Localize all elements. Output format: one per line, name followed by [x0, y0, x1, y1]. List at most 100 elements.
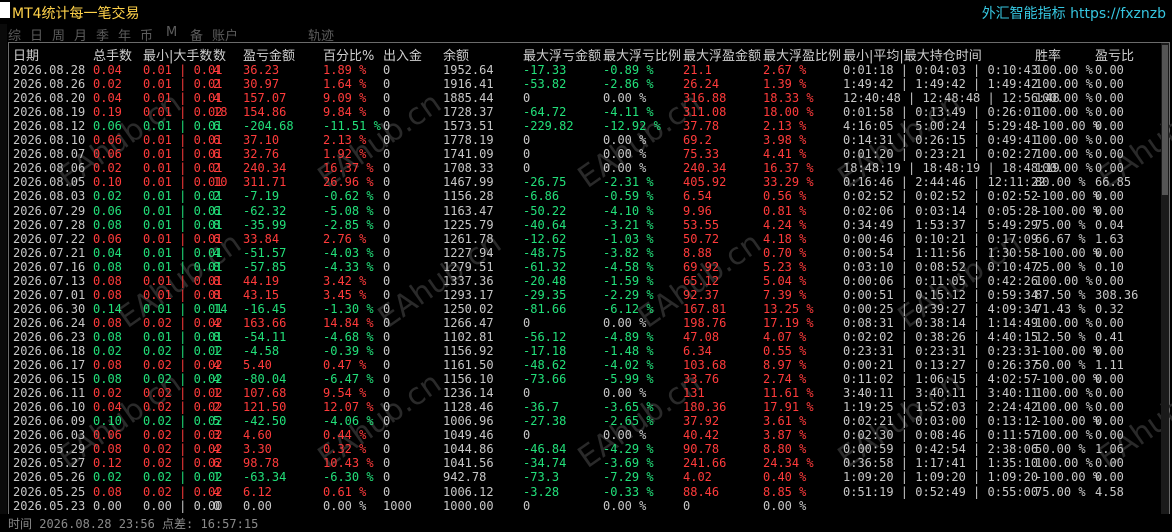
- column-header-4[interactable]: 盈亏金额: [243, 45, 295, 64]
- table-row[interactable]: 2026.05.23 0.00 0.00 | 0.00 0 0.00 0.00 % 1000…: [9, 499, 1159, 513]
- cell: 4.24 %: [763, 217, 807, 232]
- column-header-13[interactable]: 胜率: [1035, 45, 1061, 64]
- column-header-12[interactable]: 最小|平均|最大持仓时间: [843, 45, 982, 64]
- table-row[interactable]: 2026.06.18 0.02 0.02 | 0.02 1 -4.58 -0.39 % 0 1…: [9, 344, 1159, 358]
- table-row[interactable]: 2026.06.23 0.08 0.01 | 0.01 8 -54.11 -4.68 % 0…: [9, 330, 1159, 344]
- column-header-3[interactable]: 数: [213, 45, 226, 64]
- table-row[interactable]: 2026.08.06 0.02 0.01 | 0.01 2 240.34 16.37 % 0…: [9, 161, 1159, 175]
- table-row[interactable]: 2026.07.29 0.06 0.01 | 0.01 6 -62.32 -5.08 % 0…: [9, 204, 1159, 218]
- site-label[interactable]: 外汇智能指标 https://fxznzb: [982, 3, 1166, 23]
- cell: -26.75: [523, 175, 567, 190]
- table-row[interactable]: 2026.06.10 0.04 0.02 | 0.02 2 121.50 12.07 % 0…: [9, 400, 1159, 414]
- column-header-6[interactable]: 出入金: [383, 45, 422, 64]
- column-header-8[interactable]: 最大浮亏金额: [523, 45, 601, 64]
- cell: 0: [383, 189, 391, 204]
- cell: 0: [523, 386, 531, 401]
- table-row[interactable]: 2026.07.22 0.06 0.01 | 0.01 6 33.84 2.76 % 0 12…: [9, 232, 1159, 246]
- cell: 0: [523, 428, 531, 443]
- table-row[interactable]: 2026.05.26 0.02 0.02 | 0.02 1 -63.34 -6.30 % 0…: [9, 470, 1159, 484]
- table-row[interactable]: 2026.08.03 0.02 0.01 | 0.01 2 -7.19 -0.62 % 0 1…: [9, 189, 1159, 203]
- tab-bar: 综日周月季年币 M 备账户 轨迹: [8, 24, 1168, 44]
- cell: 10.43 %: [323, 456, 374, 471]
- column-header-11[interactable]: 最大浮盈比例: [763, 45, 841, 64]
- cell: 2026.08.12: [13, 119, 86, 134]
- table-row[interactable]: 2026.08.19 0.19 0.01 | 0.02 18 154.86 9.84 % 0…: [9, 105, 1159, 119]
- table-row[interactable]: 2026.06.09 0.10 0.02 | 0.02 5 -42.50 -4.06 % 0…: [9, 414, 1159, 428]
- cell: 0: [523, 133, 531, 148]
- cell: 1.06: [1095, 442, 1124, 457]
- cell: 2026.08.05: [13, 175, 86, 190]
- cell: 13.25 %: [763, 301, 814, 316]
- vertical-scrollbar[interactable]: [1161, 43, 1169, 515]
- column-header-1[interactable]: 总手数: [93, 45, 132, 64]
- cell: -62.32: [243, 203, 287, 218]
- table-row[interactable]: 2026.08.26 0.02 0.01 | 0.01 2 30.97 1.64 % 0 19…: [9, 77, 1159, 91]
- table-row[interactable]: 2026.08.10 0.06 0.01 | 0.01 6 37.10 2.13 % 0 17…: [9, 133, 1159, 147]
- cell: 4: [213, 442, 221, 457]
- cell: 1156.10: [443, 372, 494, 387]
- column-header-2[interactable]: 最小|大手数: [143, 45, 212, 64]
- cell: 0.01 | 0.01: [143, 77, 223, 92]
- table-row[interactable]: 2026.06.24 0.08 0.02 | 0.02 4 163.66 14.84 % 0…: [9, 316, 1159, 330]
- cell: 0.00: [1095, 315, 1124, 330]
- table-row[interactable]: 2026.08.12 0.06 0.01 | 0.01 6 -204.68 -11.51 …: [9, 119, 1159, 133]
- cell: 0.08: [93, 273, 122, 288]
- cell: 0.00: [93, 498, 122, 513]
- table-row[interactable]: 2026.08.20 0.04 0.01 | 0.01 4 157.07 9.09 % 0 1…: [9, 91, 1159, 105]
- table-row[interactable]: 2026.06.11 0.02 0.02 | 0.02 1 107.68 9.54 % 0 1…: [9, 386, 1159, 400]
- cell: 4.02: [683, 470, 712, 485]
- cell: 0: [383, 77, 391, 92]
- cell: 0.10: [1095, 259, 1124, 274]
- table-row[interactable]: 2026.08.28 0.04 0.01 | 0.01 4 36.23 1.89 % 0 19…: [9, 63, 1159, 77]
- table-row[interactable]: 2026.07.13 0.08 0.01 | 0.01 8 44.19 3.42 % 0 13…: [9, 274, 1159, 288]
- table-row[interactable]: 2026.07.28 0.08 0.01 | 0.01 8 -35.99 -2.85 % 0…: [9, 218, 1159, 232]
- cell: 33.76: [683, 372, 720, 387]
- column-header-10[interactable]: 最大浮盈金额: [683, 45, 761, 64]
- cell: 0.01 | 0.01: [143, 189, 223, 204]
- column-header-7[interactable]: 余额: [443, 45, 469, 64]
- cell: 2026.06.24: [13, 315, 86, 330]
- cell: 0:01:18 | 0:04:03 | 0:10:43: [843, 63, 1039, 77]
- cell: 1.92 %: [323, 147, 367, 162]
- cell: 0: [383, 358, 391, 373]
- table-row[interactable]: 2026.05.27 0.12 0.02 | 0.02 6 98.78 10.43 % 0 1…: [9, 456, 1159, 470]
- column-header-9[interactable]: 最大浮亏比例: [603, 45, 681, 64]
- cell: 0.04: [1095, 217, 1124, 232]
- table-row[interactable]: 2026.05.25 0.08 0.02 | 0.02 4 6.12 0.61 % 0 100…: [9, 485, 1159, 499]
- column-header-14[interactable]: 盈亏比: [1095, 45, 1134, 64]
- cell: 2026.06.18: [13, 344, 86, 358]
- cell: -6.47 %: [323, 372, 374, 387]
- table-row[interactable]: 2026.06.30 0.14 0.01 | 0.01 14 -16.45 -1.30 %…: [9, 302, 1159, 316]
- scrollbar-thumb[interactable]: [1162, 45, 1168, 195]
- column-header-0[interactable]: 日期: [13, 45, 39, 64]
- tab-7[interactable]: M: [166, 25, 177, 40]
- cell: -4.33 %: [323, 259, 374, 274]
- table-row[interactable]: 2026.06.17 0.08 0.02 | 0.02 4 5.40 0.47 % 0 116…: [9, 358, 1159, 372]
- table-row[interactable]: 2026.05.29 0.08 0.02 | 0.02 4 3.30 0.32 % 0 104…: [9, 442, 1159, 456]
- cell: 0.04: [93, 63, 122, 77]
- cell: 0.01 | 0.02: [143, 105, 223, 120]
- cell: 2026.07.22: [13, 231, 86, 246]
- table-row[interactable]: 2026.08.07 0.06 0.01 | 0.01 6 32.76 1.92 % 0 17…: [9, 147, 1159, 161]
- cell: 2026.08.28: [13, 63, 86, 77]
- cell: -100.00 %: [1035, 119, 1101, 134]
- cell: -100.00 %: [1035, 189, 1101, 204]
- cell: 9.54 %: [323, 386, 367, 401]
- table-row[interactable]: 2026.06.15 0.08 0.02 | 0.02 4 -80.04 -6.47 % 0…: [9, 372, 1159, 386]
- left-edge-strip: [0, 24, 7, 530]
- cell: -73.3: [523, 470, 560, 485]
- cell: 92.37: [683, 287, 720, 302]
- cell: 65.12: [683, 273, 720, 288]
- table-row[interactable]: 2026.08.05 0.10 0.01 | 0.01 10 311.71 26.96 %…: [9, 175, 1159, 189]
- table-row[interactable]: 2026.06.03 0.06 0.02 | 0.02 3 4.60 0.44 % 0 104…: [9, 428, 1159, 442]
- cell: 1006.12: [443, 484, 494, 499]
- column-header-5[interactable]: 百分比%: [323, 45, 374, 64]
- cell: 0.02 | 0.02: [143, 386, 223, 401]
- table-row[interactable]: 2026.07.01 0.08 0.01 | 0.01 8 43.15 3.45 % 0 12…: [9, 288, 1159, 302]
- cell: 3.98 %: [763, 133, 807, 148]
- table-row[interactable]: 2026.07.16 0.08 0.01 | 0.01 8 -57.85 -4.33 % 0…: [9, 260, 1159, 274]
- cell: 18.00 %: [763, 105, 814, 120]
- cell: 0.10: [93, 414, 122, 429]
- cell: 0.02 | 0.02: [143, 358, 223, 373]
- table-row[interactable]: 2026.07.21 0.04 0.01 | 0.01 4 -51.57 -4.03 % 0…: [9, 246, 1159, 260]
